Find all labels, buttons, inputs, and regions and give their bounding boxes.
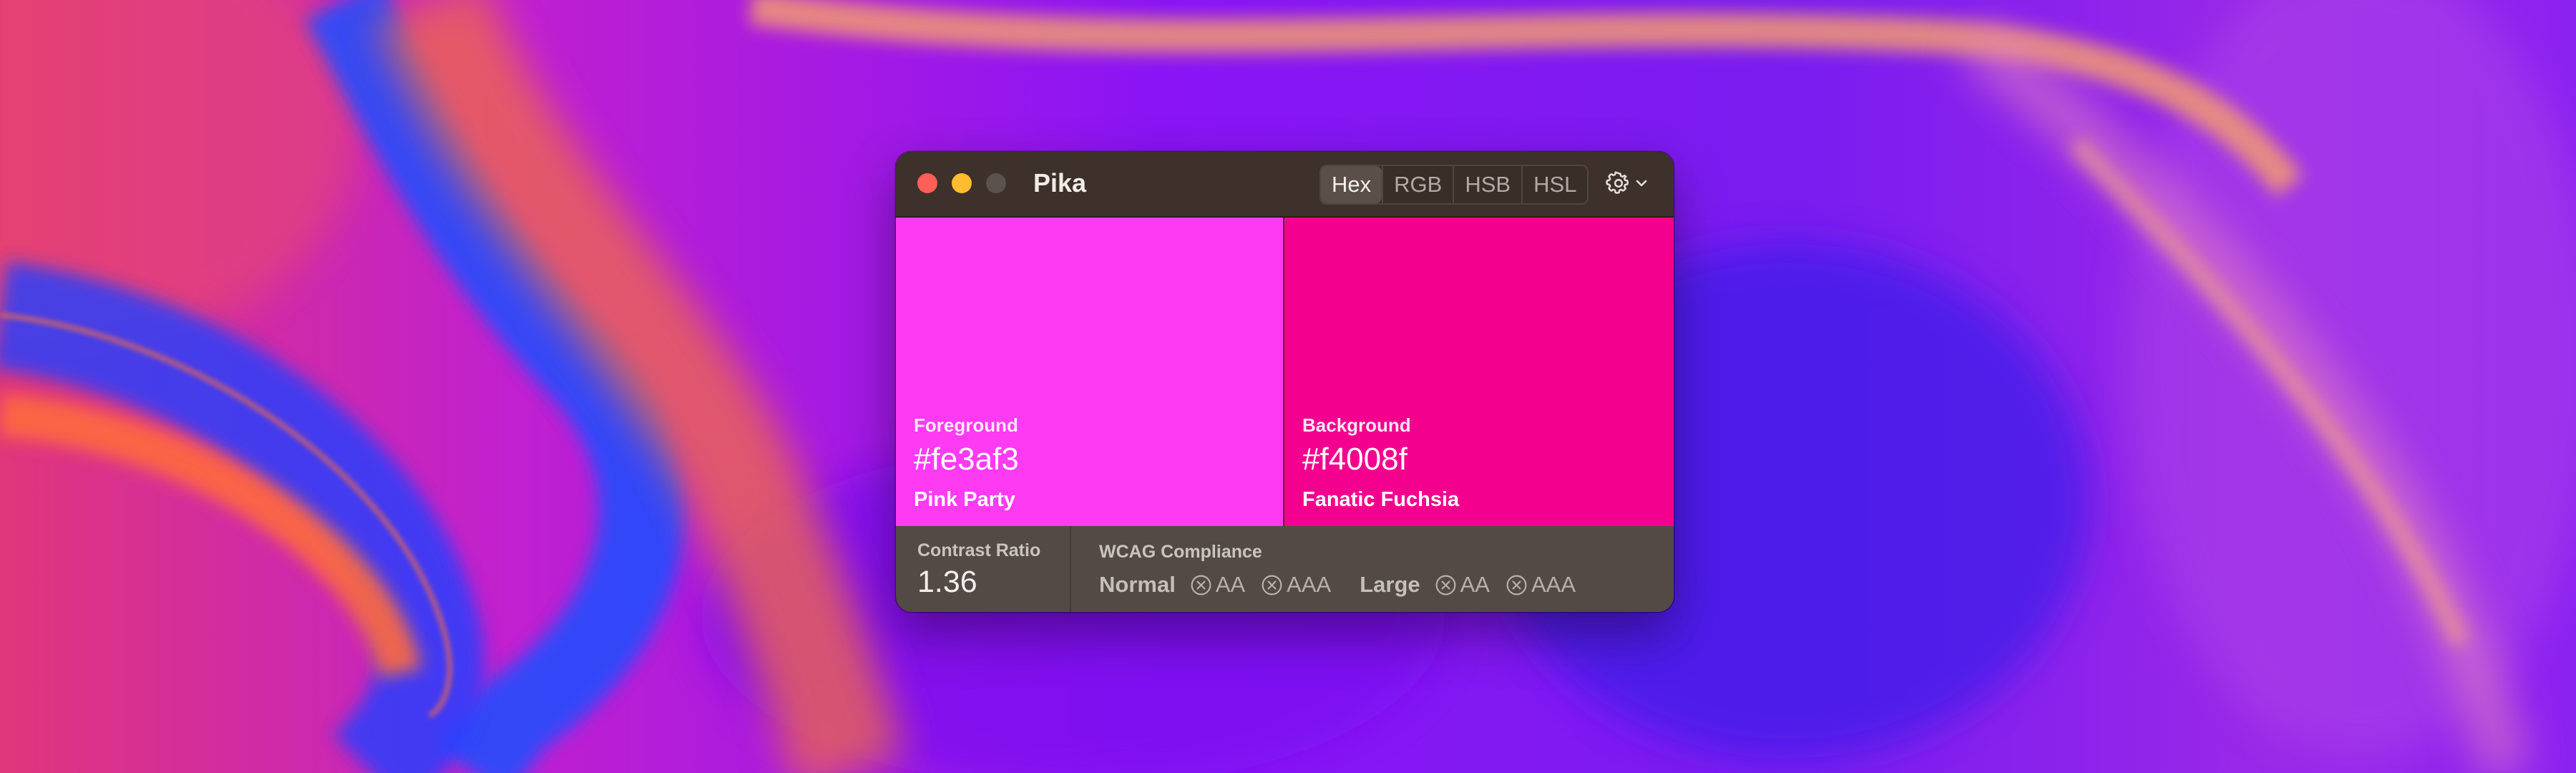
wcag-normal-aaa-label: AAA <box>1287 572 1332 597</box>
wcag-normal-aaa: AAA <box>1261 572 1331 598</box>
title-bar: Pika Hex RGB HSB HSL <box>896 152 1674 218</box>
wcag-large-label: Large <box>1360 572 1420 597</box>
color-swatches: Foreground #fe3af3 Pink Party Background… <box>896 218 1674 526</box>
wcag-large-aa: AA <box>1435 572 1490 598</box>
background-label: Background <box>1302 414 1411 436</box>
format-segmented-control: Hex RGB HSB HSL <box>1319 165 1589 205</box>
wcag-normal-label: Normal <box>1099 572 1176 597</box>
x-circle-icon <box>1191 575 1211 595</box>
wcag-normal-aa-label: AA <box>1215 572 1246 597</box>
x-circle-icon <box>1262 575 1282 595</box>
tab-hsl[interactable]: HSL <box>1521 166 1587 203</box>
zoom-window-button[interactable] <box>986 173 1006 193</box>
foreground-hex-value[interactable]: #fe3af3 <box>914 441 1019 478</box>
contrast-ratio-label: Contrast Ratio <box>917 540 1041 560</box>
foreground-color-name: Pink Party <box>914 488 1015 511</box>
background-hex-value[interactable]: #f4008f <box>1302 441 1407 478</box>
foreground-label: Foreground <box>914 414 1018 436</box>
background-swatch[interactable]: Background #f4008f Fanatic Fuchsia <box>1284 218 1674 526</box>
wcag-large-aaa: AAA <box>1506 572 1576 598</box>
tab-hex[interactable]: Hex <box>1321 166 1382 203</box>
footer-divider <box>1070 526 1071 612</box>
settings-menu-button[interactable] <box>1606 169 1656 198</box>
x-circle-icon <box>1506 575 1527 595</box>
contrast-footer: Contrast Ratio 1.36 WCAG Compliance Norm… <box>896 526 1674 612</box>
tab-hsb[interactable]: HSB <box>1453 166 1521 203</box>
wcag-results-row: Normal AA AAA Large AA AAA <box>1099 570 1591 599</box>
pika-window: Pika Hex RGB HSB HSL Foreground #fe3af3 … <box>896 152 1674 612</box>
wcag-compliance-label: WCAG Compliance <box>1099 542 1262 562</box>
minimize-window-button[interactable] <box>952 173 972 193</box>
contrast-ratio-value: 1.36 <box>917 565 977 599</box>
wcag-large-aaa-label: AAA <box>1531 572 1576 597</box>
close-window-button[interactable] <box>917 173 937 193</box>
wcag-normal-aa: AA <box>1190 572 1245 598</box>
gear-icon <box>1606 171 1629 194</box>
chevron-down-icon <box>1636 180 1647 187</box>
wcag-large-aa-label: AA <box>1460 572 1490 597</box>
x-circle-icon <box>1435 575 1456 595</box>
app-title: Pika <box>1033 168 1087 198</box>
background-color-name: Fanatic Fuchsia <box>1302 488 1460 511</box>
foreground-swatch[interactable]: Foreground #fe3af3 Pink Party <box>896 218 1283 526</box>
tab-rgb[interactable]: RGB <box>1382 166 1453 203</box>
